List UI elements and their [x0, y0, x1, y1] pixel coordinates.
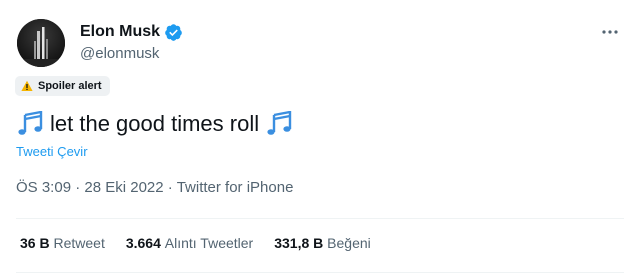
tweet-body: let the good times roll [50, 111, 260, 136]
meta-separator: · [167, 179, 177, 196]
avatar-image [17, 19, 65, 67]
tweet-text: let the good times roll [16, 109, 293, 139]
retweets-stat[interactable]: 36 B Retweet [20, 234, 105, 252]
avatar[interactable] [17, 19, 65, 67]
spoiler-label: Spoiler alert [38, 80, 102, 92]
quote-tweets-count: 3.664 [125, 235, 165, 251]
meta-separator: · [75, 179, 85, 196]
spoiler-alert-badge: Spoiler alert [15, 76, 110, 96]
divider [16, 218, 624, 219]
tweet-date[interactable]: 28 Eki 2022 [84, 179, 163, 196]
verified-badge-icon [164, 23, 183, 42]
musical-notes-icon [16, 110, 44, 137]
tweet-source[interactable]: Twitter for iPhone [177, 179, 294, 196]
author-handle[interactable]: @elonmusk [80, 44, 159, 64]
author-name-row[interactable]: Elon Musk [80, 22, 183, 42]
quote-tweets-label: Alıntı Tweetler [164, 235, 254, 251]
divider [16, 272, 624, 273]
translate-tweet-link[interactable]: Tweeti Çevir [16, 144, 88, 160]
musical-notes-icon [265, 110, 293, 137]
display-name[interactable]: Elon Musk [80, 22, 160, 42]
tweet-meta: ÖS 3:09 · 28 Eki 2022 · Twitter for iPho… [16, 178, 293, 198]
retweets-count: 36 B [20, 235, 54, 251]
more-options-icon[interactable] [600, 24, 620, 40]
tweet-time[interactable]: ÖS 3:09 [16, 179, 71, 196]
likes-label: Beğeni [327, 235, 371, 251]
warning-icon [21, 80, 33, 92]
retweets-label: Retweet [53, 235, 105, 251]
likes-count: 331,8 B [274, 235, 328, 251]
engagement-stats: 36 B Retweet 3.664 Alıntı Tweetler 331,8… [20, 234, 392, 252]
quote-tweets-stat[interactable]: 3.664 Alıntı Tweetler [126, 234, 253, 252]
likes-stat[interactable]: 331,8 B Beğeni [274, 234, 371, 252]
